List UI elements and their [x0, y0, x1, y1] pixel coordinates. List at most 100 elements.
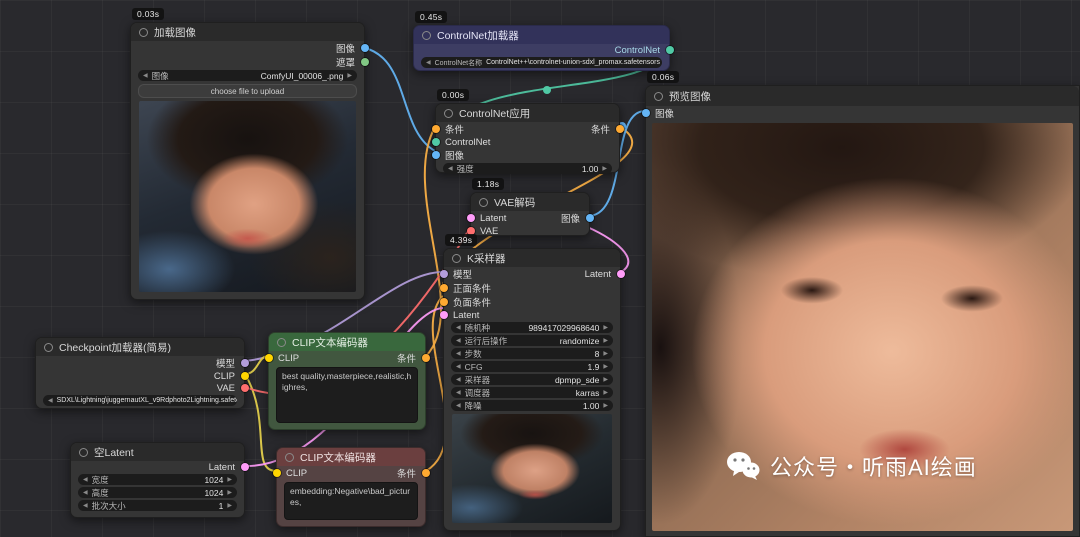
- negative-prompt-textarea[interactable]: embedding:Negative\bad_pictures,: [284, 482, 418, 520]
- decrement-arrow-icon[interactable]: [143, 73, 148, 79]
- conditioning-output-port[interactable]: [421, 469, 430, 477]
- node-ksampler[interactable]: 4.39s K采样器 模型 Latent 正面条件 负面条件 Latent 随机…: [439, 234, 625, 531]
- node-apply-controlnet[interactable]: 0.00s ControlNet应用 条件 条件 ControlNet 图像 强…: [431, 89, 624, 174]
- steps-widget[interactable]: 步数 8: [451, 348, 613, 359]
- node-header[interactable]: Checkpoint加载器(简易): [36, 338, 244, 356]
- node-clip-text-encode-positive[interactable]: CLIP文本编码器 CLIP 条件 best quality,masterpie…: [264, 332, 430, 430]
- width-widget[interactable]: 宽度 1024: [78, 474, 237, 485]
- collapse-icon[interactable]: [452, 253, 461, 263]
- mask-output-port[interactable]: [360, 58, 369, 66]
- decrement-arrow-icon[interactable]: [48, 398, 53, 404]
- conditioning-input-port[interactable]: [431, 125, 440, 133]
- node-empty-latent[interactable]: 空Latent Latent 宽度 1024 高度 1024 批次大小 1: [70, 442, 249, 518]
- node-clip-text-encode-negative[interactable]: CLIP文本编码器 CLIP 条件 embedding:Negative\bad…: [272, 447, 430, 527]
- node-header[interactable]: ControlNet应用: [436, 104, 619, 122]
- node-header[interactable]: 加载图像: [131, 23, 364, 41]
- model-output-port[interactable]: [240, 359, 249, 367]
- image-output-port[interactable]: [585, 214, 594, 222]
- model-input-port[interactable]: [439, 270, 448, 278]
- control-after-generate-widget[interactable]: 运行后操作 randomize: [451, 335, 613, 346]
- decrement-arrow-icon[interactable]: [83, 490, 88, 496]
- image-input-port[interactable]: [641, 109, 650, 117]
- node-load-image[interactable]: 0.03s 加载图像 图像 遮罩 图像 ComfyUI_00006_.png c…: [130, 8, 369, 300]
- negative-cond-input-port[interactable]: [439, 298, 448, 306]
- image-output-port[interactable]: [360, 44, 369, 52]
- cfg-widget[interactable]: CFG 1.9: [451, 361, 613, 372]
- increment-arrow-icon[interactable]: [227, 503, 232, 509]
- decrement-arrow-icon[interactable]: [83, 477, 88, 483]
- collapse-icon[interactable]: [79, 447, 88, 457]
- increment-arrow-icon[interactable]: [603, 390, 608, 396]
- increment-arrow-icon[interactable]: [603, 338, 608, 344]
- node-checkpoint-loader[interactable]: Checkpoint加载器(简易) 模型 CLIP VAE SDXL\Light…: [35, 337, 249, 409]
- node-vae-decode[interactable]: 1.18s VAE解码 Latent 图像 VAE: [466, 178, 594, 237]
- latent-output-port[interactable]: [240, 463, 249, 471]
- comfyui-graph-canvas[interactable]: 0.03s 加载图像 图像 遮罩 图像 ComfyUI_00006_.png c…: [0, 0, 1080, 537]
- increment-arrow-icon[interactable]: [603, 351, 608, 357]
- node-controlnet-loader[interactable]: 0.45s ControlNet加载器 ControlNet ControlNe…: [413, 11, 674, 71]
- increment-arrow-icon[interactable]: [227, 477, 232, 483]
- latent-input-port[interactable]: [466, 214, 475, 222]
- decrement-arrow-icon[interactable]: [456, 390, 461, 396]
- increment-arrow-icon[interactable]: [603, 403, 608, 409]
- node-header[interactable]: 空Latent: [71, 443, 244, 461]
- node-header[interactable]: K采样器: [444, 249, 620, 267]
- seed-widget[interactable]: 随机种 989417029968640: [451, 322, 613, 333]
- decrement-arrow-icon[interactable]: [448, 166, 453, 172]
- increment-arrow-icon[interactable]: [227, 490, 232, 496]
- denoise-widget[interactable]: 降噪 1.00: [451, 400, 613, 411]
- latent-input-port[interactable]: [439, 311, 448, 319]
- collapse-icon[interactable]: [285, 452, 294, 462]
- image-input-port[interactable]: [431, 151, 440, 159]
- latent-output-port[interactable]: [616, 270, 625, 278]
- collapse-icon[interactable]: [444, 108, 453, 118]
- sampler-widget[interactable]: 采样器 dpmpp_sde: [451, 374, 613, 385]
- collapse-icon[interactable]: [277, 337, 286, 347]
- decrement-arrow-icon[interactable]: [456, 325, 461, 331]
- conditioning-output-port[interactable]: [421, 354, 430, 362]
- collapse-icon[interactable]: [422, 30, 431, 40]
- ckpt-name-combo-widget[interactable]: SDXL\Lightning\juggernautXL_v9Rdphoto2Li…: [43, 395, 237, 406]
- controlnet-output-port[interactable]: [665, 46, 674, 54]
- decrement-arrow-icon[interactable]: [456, 364, 461, 370]
- clip-output-port[interactable]: [240, 372, 249, 380]
- height-widget[interactable]: 高度 1024: [78, 487, 237, 498]
- execution-time-badge: 0.06s: [647, 71, 680, 83]
- upload-button[interactable]: choose file to upload: [138, 84, 357, 98]
- node-header[interactable]: CLIP文本编码器: [277, 448, 425, 466]
- node-header[interactable]: CLIP文本编码器: [269, 333, 425, 351]
- decrement-arrow-icon[interactable]: [456, 338, 461, 344]
- collapse-icon[interactable]: [479, 197, 488, 207]
- decrement-arrow-icon[interactable]: [456, 351, 461, 357]
- collapse-icon[interactable]: [654, 91, 663, 101]
- decrement-arrow-icon[interactable]: [456, 377, 461, 383]
- decrement-arrow-icon[interactable]: [456, 403, 461, 409]
- scheduler-widget[interactable]: 调度器 karras: [451, 387, 613, 398]
- batch-size-widget[interactable]: 批次大小 1: [78, 500, 237, 511]
- collapse-icon[interactable]: [44, 342, 53, 352]
- positive-cond-input-port[interactable]: [439, 284, 448, 292]
- increment-arrow-icon[interactable]: [347, 73, 352, 79]
- conditioning-output-port[interactable]: [615, 125, 624, 133]
- port-label-latent-input: Latent: [480, 212, 507, 224]
- decrement-arrow-icon[interactable]: [83, 503, 88, 509]
- collapse-icon[interactable]: [139, 27, 148, 37]
- increment-arrow-icon[interactable]: [603, 377, 608, 383]
- decrement-arrow-icon[interactable]: [426, 60, 431, 66]
- node-header[interactable]: 预览图像: [646, 86, 1079, 106]
- strength-widget[interactable]: 强度 1.00: [443, 163, 612, 174]
- increment-arrow-icon[interactable]: [602, 166, 607, 172]
- clip-input-port[interactable]: [264, 354, 273, 362]
- node-header[interactable]: VAE解码: [471, 193, 589, 211]
- clip-input-port[interactable]: [272, 469, 281, 477]
- reroute-dot-controlnet[interactable]: [543, 86, 551, 94]
- image-combo-widget[interactable]: 图像 ComfyUI_00006_.png: [138, 70, 357, 81]
- port-row: 模型: [36, 356, 249, 370]
- increment-arrow-icon[interactable]: [603, 364, 608, 370]
- controlnet-name-combo-widget[interactable]: ControlNet名称 ControlNet++\controlnet-uni…: [421, 57, 662, 68]
- controlnet-input-port[interactable]: [431, 138, 440, 146]
- positive-prompt-textarea[interactable]: best quality,masterpiece,realistic,highr…: [276, 367, 418, 423]
- vae-output-port[interactable]: [240, 384, 249, 392]
- node-header[interactable]: ControlNet加载器: [414, 26, 669, 44]
- increment-arrow-icon[interactable]: [603, 325, 608, 331]
